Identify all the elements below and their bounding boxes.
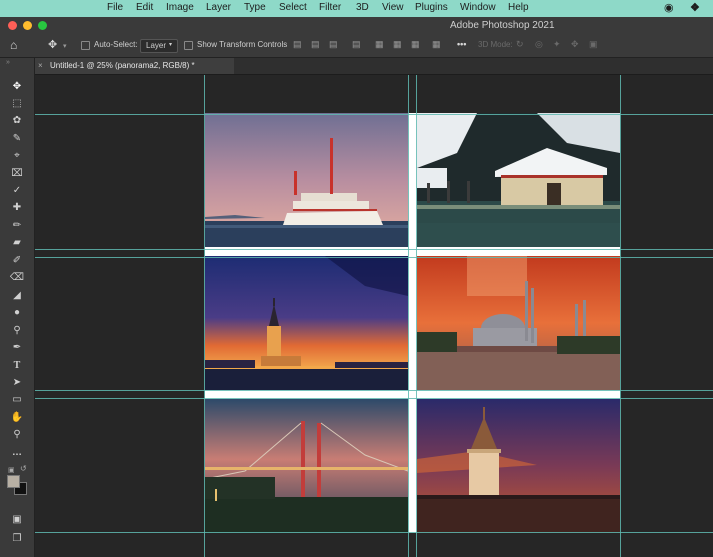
chevron-down-icon: ▾ (169, 42, 173, 48)
guide-horizontal[interactable] (35, 114, 713, 115)
type-tool-icon[interactable]: T (8, 359, 26, 373)
rectangle-tool-icon[interactable]: ▭ (8, 393, 26, 407)
document-tab[interactable]: × Untitled-1 @ 25% (panorama2, RGB/8) * (34, 58, 234, 74)
move-tool-preset-icon[interactable]: ✥ (48, 38, 57, 51)
show-transform-label: Show Transform Controls (197, 40, 288, 49)
guide-horizontal[interactable] (35, 257, 713, 258)
history-brush-tool-icon[interactable]: ✐ (8, 254, 26, 268)
default-colors-icon[interactable]: ▣ (8, 466, 15, 474)
auto-select-label: Auto-Select: (94, 40, 138, 49)
guide-horizontal[interactable] (35, 532, 713, 533)
distribute-spacing-icon[interactable]: ▦ (432, 39, 441, 50)
maximize-window-button[interactable] (38, 21, 47, 30)
frame-tool-icon[interactable]: ⌧ (8, 167, 26, 181)
edit-toolbar-icon[interactable]: … (8, 446, 26, 460)
menu-filter[interactable]: Filter (319, 2, 341, 13)
document-tab-bar: × Untitled-1 @ 25% (panorama2, RGB/8) * (34, 58, 713, 75)
tools-panel: » ✥ ⬚ ✿ ✎ ⌖ ⌧ ✓ ✚ ✏ ▰ ✐ ⌫ ◢ ● ⚲ ✒ T ➤ ▭ … (0, 58, 35, 557)
align-middle-icon[interactable]: ▦ (375, 39, 384, 50)
document-canvas[interactable] (205, 113, 620, 533)
photo-ferry[interactable] (205, 113, 408, 247)
move-tool-icon[interactable]: ✥ (8, 80, 26, 94)
close-window-button[interactable] (8, 21, 17, 30)
photo-snowy-house[interactable] (417, 113, 620, 247)
photo-maidens-tower[interactable] (205, 256, 408, 390)
menu-view[interactable]: View (382, 2, 404, 13)
clone-stamp-tool-icon[interactable]: ▰ (8, 236, 26, 250)
close-tab-icon[interactable]: × (38, 61, 43, 70)
menu-image[interactable]: Image (166, 2, 194, 13)
align-center-icon[interactable]: ▤ (311, 39, 320, 50)
marquee-tool-icon[interactable]: ⬚ (8, 97, 26, 111)
window-title-bar: Adobe Photoshop 2021 (0, 17, 713, 36)
guide-vertical[interactable] (408, 75, 409, 557)
guide-horizontal[interactable] (35, 398, 713, 399)
gradient-tool-icon[interactable]: ◢ (8, 289, 26, 303)
crop-tool-icon[interactable]: ⌖ (8, 149, 26, 163)
menu-help[interactable]: Help (508, 2, 529, 13)
slide-3d-icon[interactable]: ✥ (571, 39, 579, 50)
show-transform-checkbox[interactable] (184, 41, 193, 50)
document-tab-title: Untitled-1 @ 25% (panorama2, RGB/8) * (50, 61, 195, 70)
creative-cloud-icon[interactable]: ◉ (664, 1, 674, 14)
align-left-icon[interactable]: ▤ (293, 39, 302, 50)
screen-mode-icon[interactable]: ❐ (8, 532, 26, 546)
zoom-tool-icon[interactable]: ⚲ (8, 428, 26, 442)
orbit-3d-icon[interactable]: ↻ (516, 39, 524, 50)
photo-mosque[interactable] (417, 256, 620, 390)
menu-type[interactable]: Type (244, 2, 266, 13)
scale-3d-icon[interactable]: ▣ (589, 39, 598, 50)
lasso-tool-icon[interactable]: ✿ (8, 114, 26, 128)
menu-window[interactable]: Window (460, 2, 496, 13)
distribute-icon[interactable]: ▦ (411, 39, 420, 50)
pen-tool-icon[interactable]: ✒ (8, 341, 26, 355)
guide-vertical[interactable] (204, 75, 205, 557)
hand-tool-icon[interactable]: ✋ (8, 411, 26, 425)
auto-select-value: Layer (146, 41, 167, 50)
menu-select[interactable]: Select (279, 2, 307, 13)
chevron-down-icon[interactable]: ▾ (63, 42, 67, 50)
align-right-icon[interactable]: ▤ (329, 39, 338, 50)
path-selection-tool-icon[interactable]: ➤ (8, 376, 26, 390)
guide-vertical[interactable] (620, 75, 621, 557)
user-status-icon[interactable]: ❖ (690, 1, 700, 14)
guide-horizontal[interactable] (35, 390, 713, 391)
align-top-icon[interactable]: ▤ (352, 39, 361, 50)
eyedropper-tool-icon[interactable]: ✓ (8, 184, 26, 198)
dodge-tool-icon[interactable]: ⚲ (8, 324, 26, 338)
eraser-tool-icon[interactable]: ⌫ (8, 271, 26, 285)
quick-selection-tool-icon[interactable]: ✎ (8, 132, 26, 146)
swap-colors-icon[interactable]: ↺ (20, 464, 27, 473)
menu-plugins[interactable]: Plugins (415, 2, 448, 13)
auto-select-checkbox[interactable] (81, 41, 90, 50)
more-options-icon[interactable]: ••• (457, 39, 466, 49)
collapse-panel-icon[interactable]: » (6, 59, 10, 66)
foreground-color-swatch[interactable] (7, 475, 20, 488)
guide-horizontal[interactable] (35, 249, 713, 250)
drag-3d-icon[interactable]: ✦ (553, 39, 561, 50)
menu-layer[interactable]: Layer (206, 2, 231, 13)
home-icon[interactable]: ⌂ (10, 38, 17, 52)
minimize-window-button[interactable] (23, 21, 32, 30)
guide-vertical[interactable] (416, 75, 417, 557)
quick-mask-icon[interactable]: ▣ (8, 513, 26, 527)
photo-bridge[interactable] (205, 399, 408, 533)
align-bottom-icon[interactable]: ▦ (393, 39, 402, 50)
roll-3d-icon[interactable]: ◎ (535, 39, 543, 50)
blur-tool-icon[interactable]: ● (8, 306, 26, 320)
healing-brush-tool-icon[interactable]: ✚ (8, 201, 26, 215)
menu-file[interactable]: File (107, 2, 123, 13)
brush-tool-icon[interactable]: ✏ (8, 219, 26, 233)
window-title: Adobe Photoshop 2021 (450, 20, 555, 31)
options-bar: ⌂ ✥ ▾ Auto-Select: Layer ▾ Show Transfor… (0, 35, 713, 58)
menu-edit[interactable]: Edit (136, 2, 153, 13)
photo-galata-tower[interactable] (417, 399, 620, 533)
menu-3d[interactable]: 3D (356, 2, 369, 13)
auto-select-dropdown[interactable]: Layer ▾ (140, 39, 178, 53)
menu-bar: File Edit Image Layer Type Select Filter… (0, 0, 713, 17)
3d-mode-label: 3D Mode: (478, 40, 513, 49)
